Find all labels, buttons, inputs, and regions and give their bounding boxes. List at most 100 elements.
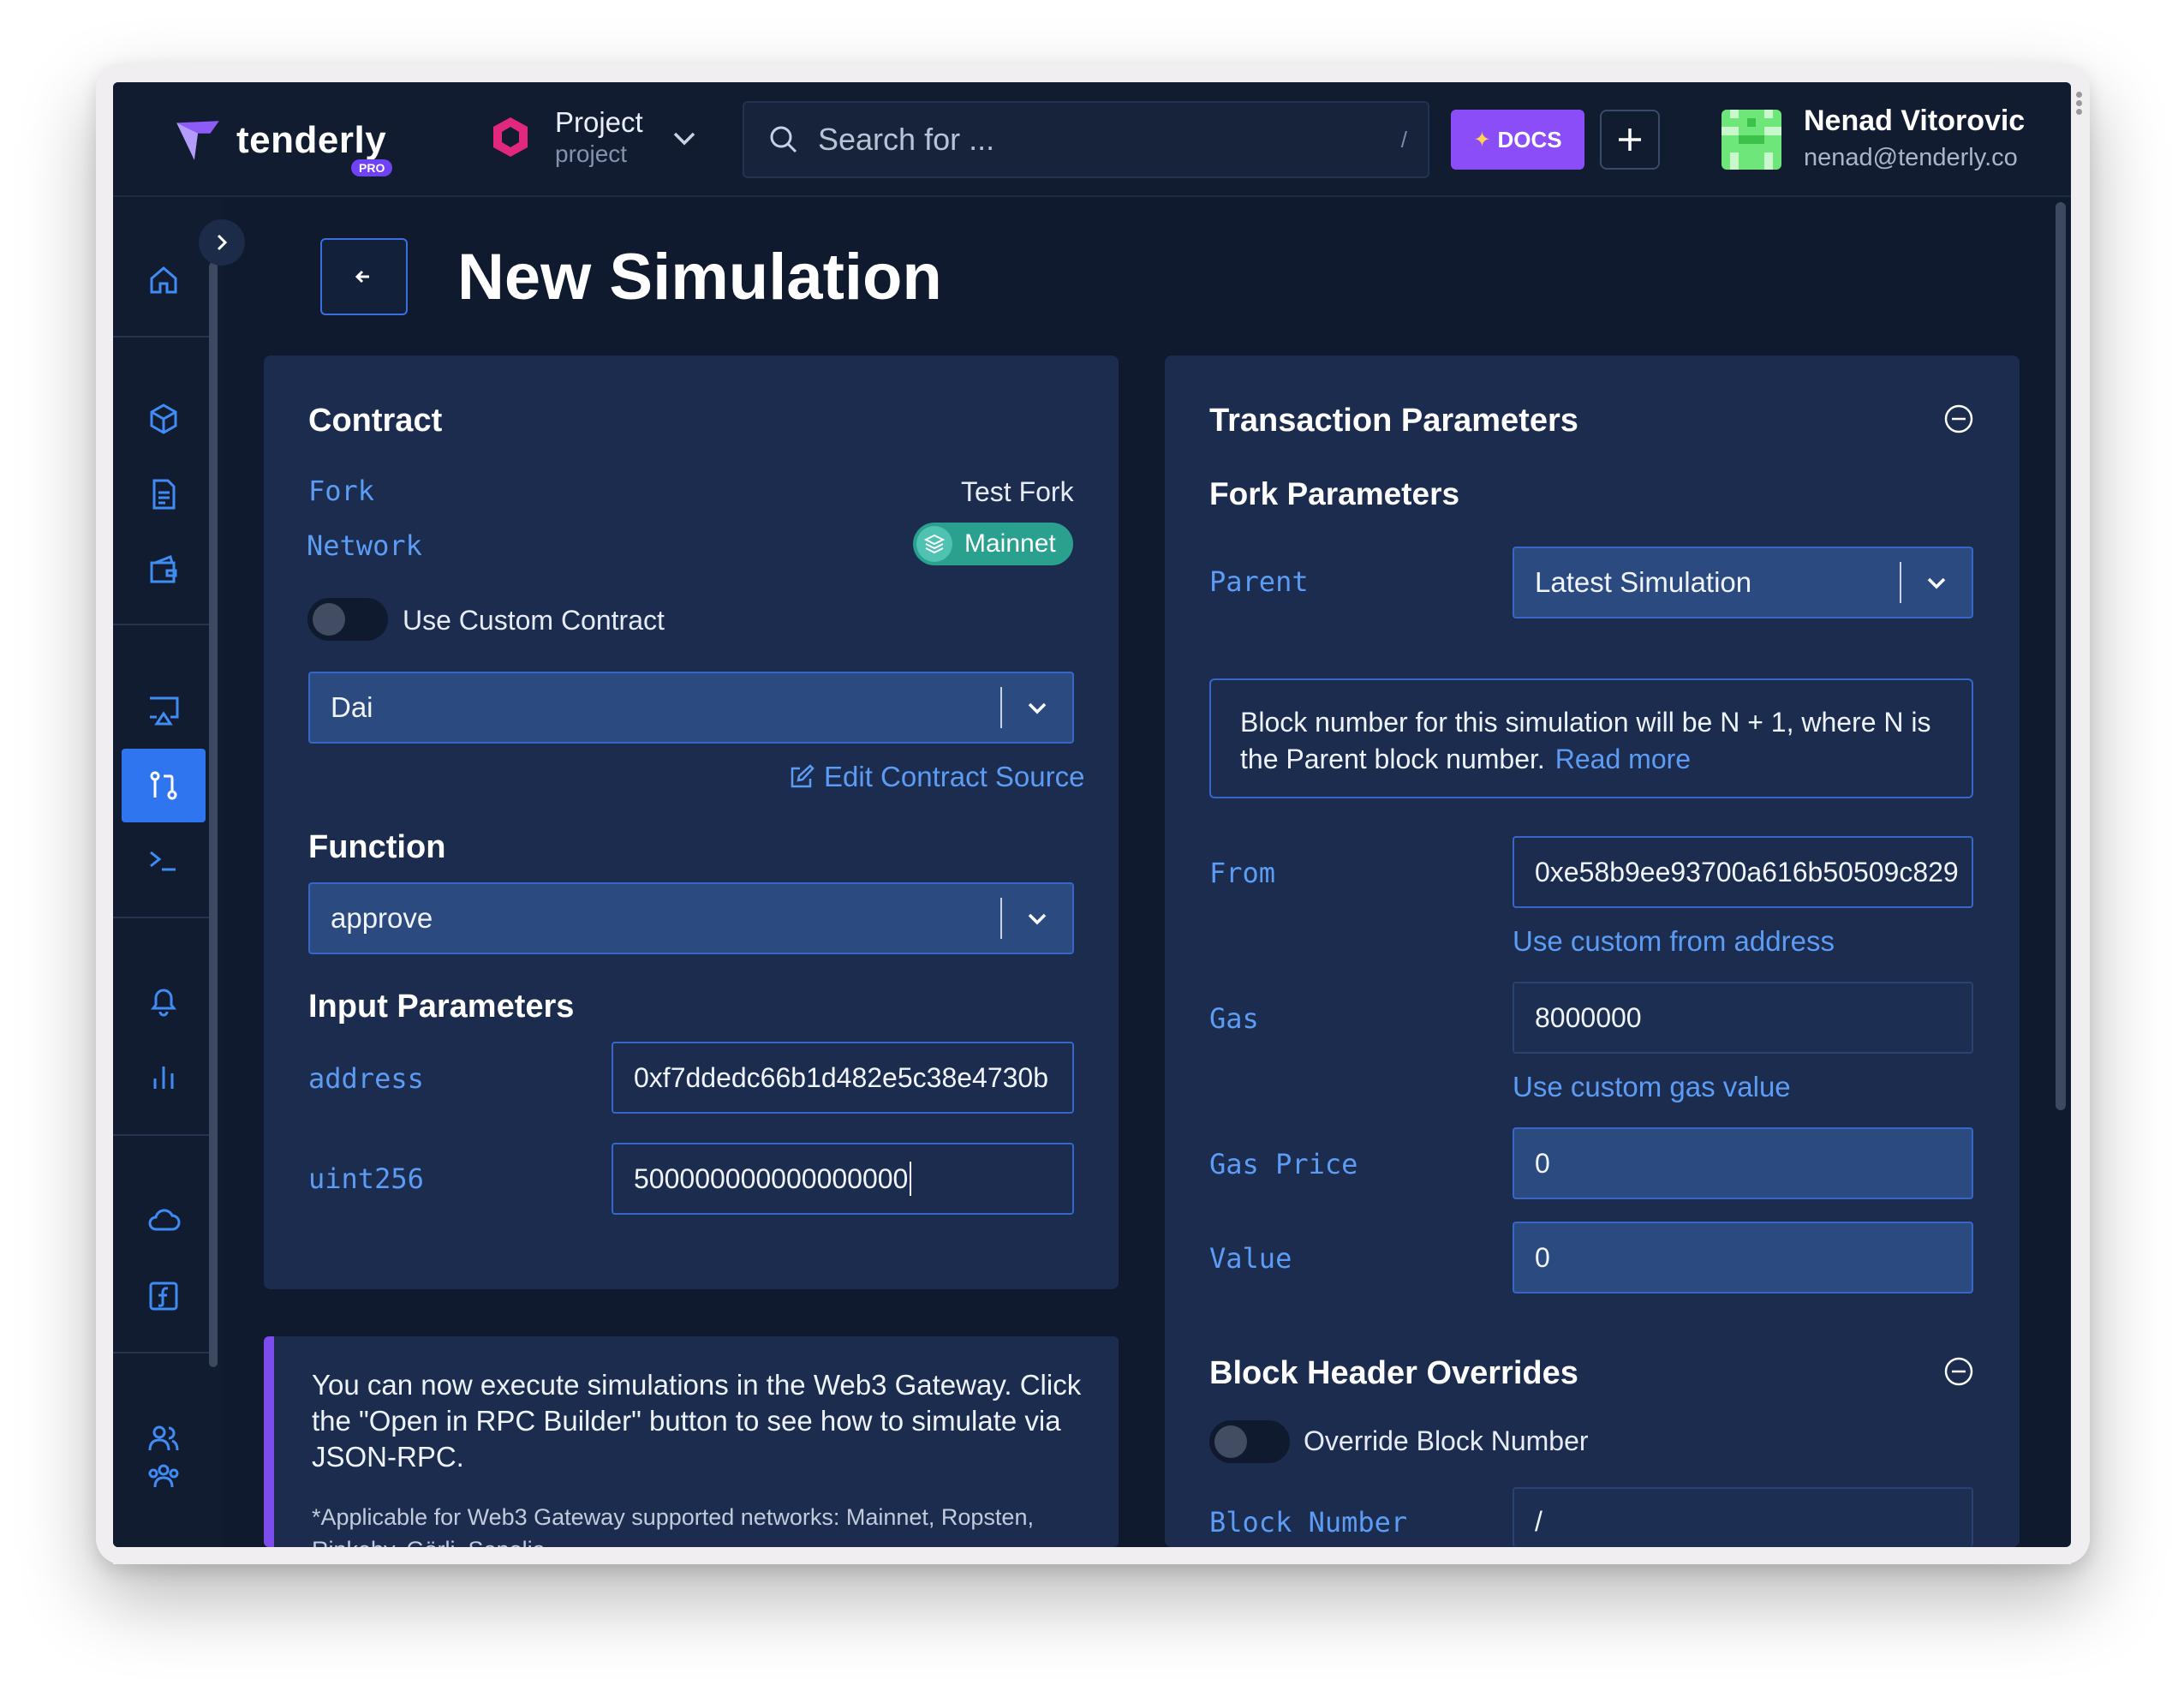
function-select[interactable]: approve	[308, 882, 1074, 954]
users-icon	[148, 1425, 179, 1451]
transaction-params-title: Transaction Parameters	[1209, 403, 1578, 439]
network-label: Network	[307, 529, 422, 562]
fork-value: Test Fork	[961, 476, 1074, 507]
read-more-link[interactable]: Read more	[1555, 744, 1691, 774]
add-button[interactable]	[1600, 110, 1660, 170]
from-label: From	[1209, 857, 1276, 889]
sidebar-item-sandbox[interactable]	[122, 673, 206, 747]
edit-contract-source-label: Edit Contract Source	[824, 761, 1085, 792]
address-param-input[interactable]: 0xf7ddedc66b1d482e5c38e4730b	[612, 1042, 1074, 1114]
cloud-icon	[148, 1209, 181, 1231]
param-type-address: address	[308, 1062, 424, 1095]
block-number-info: Block number for this simulation will be…	[1209, 678, 1973, 798]
chevron-down-icon	[1028, 702, 1047, 714]
collapse-minus-icon[interactable]	[1942, 1355, 1975, 1388]
gas-price-input[interactable]: 0	[1513, 1127, 1973, 1199]
block-number-input[interactable]: /	[1513, 1487, 1973, 1547]
uint256-param-value: 500000000000000000	[634, 1162, 909, 1194]
contract-select-value: Dai	[331, 691, 373, 723]
custom-contract-toggle[interactable]	[307, 598, 388, 641]
gas-label: Gas	[1209, 1002, 1259, 1035]
sidebar-divider	[113, 1352, 209, 1353]
project-switcher[interactable]: Project project	[488, 106, 643, 168]
sidebar-item-transactions[interactable]	[122, 457, 206, 531]
arrow-left-icon	[355, 270, 369, 284]
block-header-overrides-title: Block Header Overrides	[1209, 1355, 1578, 1391]
project-slug: project	[555, 140, 628, 167]
edit-icon	[791, 764, 815, 788]
override-block-number-label: Override Block Number	[1304, 1425, 1589, 1456]
text-cursor	[910, 1162, 912, 1196]
logo[interactable]: tenderly	[171, 113, 386, 168]
sidebar-item-contracts[interactable]	[122, 382, 206, 456]
sidebar-item-home[interactable]	[122, 243, 206, 317]
parent-label: Parent	[1209, 565, 1309, 598]
override-block-number-toggle[interactable]	[1209, 1420, 1290, 1463]
search-bar[interactable]: /	[743, 101, 1429, 178]
network-layers-icon	[916, 526, 952, 562]
network-badge: Mainnet	[913, 523, 1073, 565]
contract-title: Contract	[308, 403, 443, 439]
search-input[interactable]	[818, 122, 1332, 158]
sidebar-divider	[113, 917, 209, 918]
avatar-identicon-icon	[1722, 110, 1781, 170]
notice-text: You can now execute simulations in the W…	[312, 1369, 1082, 1473]
sidebar-item-team[interactable]	[122, 1461, 206, 1504]
top-bar: tenderly PRO Project project / ✦	[113, 82, 2071, 197]
value-label: Value	[1209, 1242, 1292, 1275]
sidebar-item-actions[interactable]	[122, 1259, 206, 1333]
uint256-param-input[interactable]: 500000000000000000	[612, 1143, 1074, 1215]
parent-select[interactable]: Latest Simulation	[1513, 547, 1973, 618]
window-handle-icon[interactable]	[2073, 89, 2085, 123]
gas-input[interactable]: 8000000	[1513, 982, 1973, 1054]
analytics-icon	[153, 1067, 174, 1089]
sidebar-item-terminal[interactable]	[122, 824, 206, 898]
sidebar-divider	[113, 336, 209, 338]
sparkle-icon: ✦	[1473, 128, 1491, 152]
custom-contract-label: Use Custom Contract	[403, 605, 665, 636]
monitor-icon	[150, 696, 179, 726]
sidebar-item-infrastructure[interactable]	[122, 1184, 206, 1258]
chevron-down-icon[interactable]	[670, 123, 699, 152]
docs-button[interactable]: ✦ DOCS	[1451, 110, 1584, 170]
sidebar-item-simulator[interactable]	[122, 749, 206, 822]
user-name: Nenad Vitorovic	[1804, 105, 2026, 137]
function-title: Function	[308, 829, 446, 865]
custom-from-link[interactable]: Use custom from address	[1513, 925, 1835, 958]
value-input[interactable]: 0	[1513, 1222, 1973, 1294]
back-button[interactable]	[320, 238, 408, 315]
gas-price-label: Gas Price	[1209, 1148, 1358, 1180]
search-shortcut-hint: /	[1400, 126, 1407, 152]
from-input[interactable]: 0xe58b9ee93700a616b50509c829	[1513, 836, 1973, 908]
chevron-down-icon	[1028, 913, 1047, 925]
edit-contract-source-link[interactable]: Edit Contract Source	[788, 761, 1084, 793]
cube-icon	[150, 403, 177, 434]
expand-sidebar-button[interactable]	[199, 219, 245, 266]
sidebar-item-wallets[interactable]	[122, 533, 206, 606]
main-scrollbar[interactable]	[2056, 202, 2066, 1110]
plus-icon	[1619, 128, 1641, 151]
avatar[interactable]	[1722, 110, 1781, 170]
user-email: nenad@tenderly.co	[1804, 144, 2018, 171]
terminal-icon	[150, 851, 176, 871]
home-icon	[150, 266, 177, 294]
sidebar-item-alerts[interactable]	[122, 965, 206, 1038]
sidebar-divider	[113, 1134, 209, 1136]
collapse-minus-icon[interactable]	[1942, 403, 1975, 435]
sidebar	[113, 199, 223, 1547]
sidebar-item-analytics[interactable]	[122, 1040, 206, 1114]
pro-badge: PRO	[351, 159, 393, 176]
sidebar-scrollbar[interactable]	[209, 262, 218, 1367]
tenderly-logo-icon	[176, 121, 219, 160]
logo-wordmark: tenderly	[236, 119, 387, 161]
sidebar-divider	[113, 624, 209, 625]
parent-select-value: Latest Simulation	[1535, 566, 1752, 598]
block-number-label: Block Number	[1209, 1506, 1408, 1539]
fork-label: Fork	[308, 475, 375, 507]
docs-button-label: DOCS	[1497, 126, 1562, 152]
input-params-title: Input Parameters	[308, 989, 575, 1025]
search-icon	[770, 126, 797, 153]
contract-select[interactable]: Dai	[308, 672, 1074, 744]
custom-gas-link[interactable]: Use custom gas value	[1513, 1071, 1791, 1103]
window-bottom-edge	[113, 1547, 2071, 1564]
